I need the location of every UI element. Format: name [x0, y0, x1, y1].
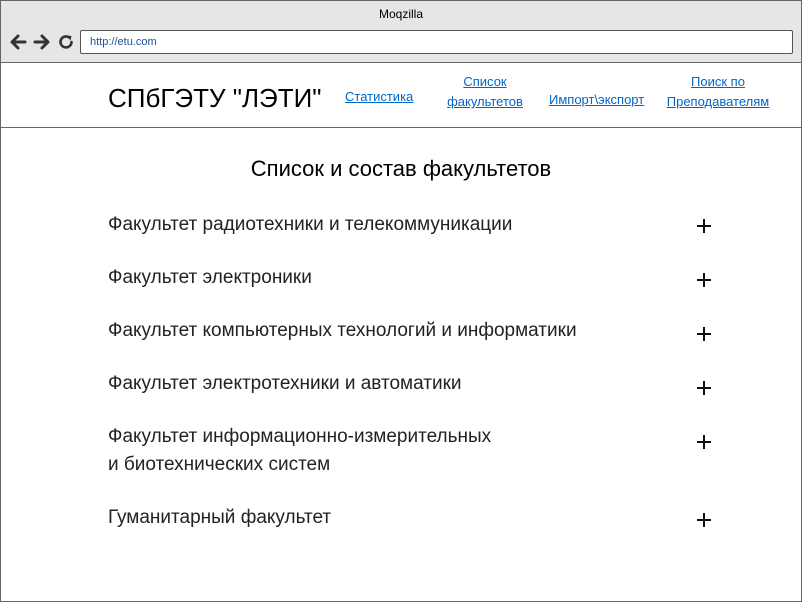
faculty-item[interactable]: Факультет информационно-измерительных и …	[108, 423, 728, 479]
reload-icon[interactable]	[56, 32, 76, 52]
faculty-label: Факультет радиотехники и телекоммуникаци…	[108, 214, 513, 235]
site-header: СПбГЭТУ "ЛЭТИ" Статистика Список факульт…	[1, 63, 801, 128]
nav-link-teacher-search[interactable]: Поиск по Преподавателям	[657, 72, 779, 112]
browser-window: Moqzilla http://etu.com СПбГЭТУ "ЛЭТИ" С…	[0, 0, 802, 602]
plus-icon[interactable]	[694, 374, 714, 402]
faculty-item[interactable]: Гуманитарный факультет	[108, 504, 728, 532]
forward-arrow-icon[interactable]	[32, 32, 52, 52]
plus-icon[interactable]	[694, 266, 714, 294]
faculty-item[interactable]: Факультет радиотехники и телекоммуникаци…	[108, 211, 728, 239]
browser-toolbar: Moqzilla http://etu.com	[1, 1, 801, 63]
faculty-label: Гуманитарный факультет	[108, 507, 332, 528]
plus-icon[interactable]	[694, 506, 714, 534]
faculty-item[interactable]: Факультет компьютерных технологий и инфо…	[108, 317, 728, 345]
faculty-item[interactable]: Факультет электротехники и автоматики	[108, 370, 728, 398]
page-title: Список и состав факультетов	[250, 156, 552, 181]
nav-link-import-export[interactable]: Импорт\экспорт	[549, 90, 644, 110]
url-text: http://etu.com	[90, 36, 157, 48]
faculty-item[interactable]: Факультет электроники	[108, 264, 728, 292]
back-arrow-icon[interactable]	[8, 32, 28, 52]
nav-link-faculty-list[interactable]: Список факультетов	[441, 72, 529, 112]
faculty-label: Факультет компьютерных технологий и инфо…	[108, 320, 577, 341]
plus-icon[interactable]	[694, 212, 714, 240]
plus-icon[interactable]	[694, 428, 714, 456]
plus-icon[interactable]	[694, 320, 714, 348]
window-title: Moqzilla	[378, 7, 423, 21]
site-title: СПбГЭТУ "ЛЭТИ"	[108, 83, 322, 113]
faculty-label: Факультет электроники	[108, 267, 312, 288]
nav-link-statistics[interactable]: Статистика	[345, 87, 413, 107]
faculty-label: Факультет информационно-измерительных и …	[108, 426, 492, 475]
url-input[interactable]: http://etu.com	[80, 30, 793, 54]
faculty-label: Факультет электротехники и автоматики	[108, 373, 462, 394]
